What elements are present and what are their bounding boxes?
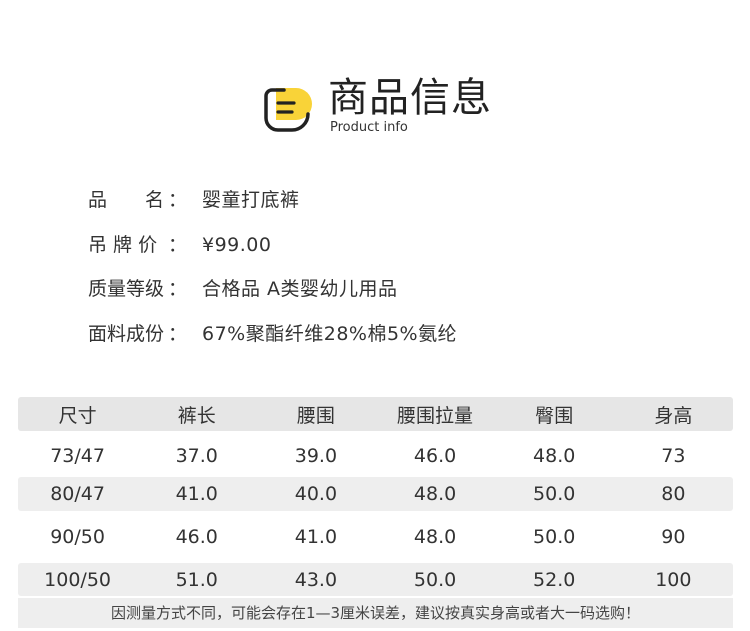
info-value: ¥99.00	[202, 233, 272, 256]
table-cell: 52.0	[533, 568, 576, 591]
table-cell: 90/50	[50, 526, 105, 548]
section-header: 商品信息 Product info	[262, 74, 522, 144]
table-header-cell: 臀围	[535, 404, 574, 427]
table-cell: 43.0	[294, 568, 338, 591]
table-cell: 46.0	[175, 526, 218, 548]
info-value: 婴童打底裤	[202, 189, 300, 211]
table-cell: 50.0	[533, 483, 576, 505]
table-cell: 100	[655, 568, 692, 591]
table-cell: 80/47	[50, 483, 105, 505]
table-header-cell: 裤长	[177, 404, 216, 427]
measurement-note: 因测量方式不同，可能会存在1—3厘米误差，建议按真实身高或者大一码选购！	[18, 598, 733, 628]
size-table: 尺寸 裤长 腰围 腰围拉量 臀围 身高 73/47 37.0 39.0 46.0…	[18, 397, 733, 596]
table-row: 90/50 46.0 41.0 48.0 50.0 90	[18, 511, 733, 563]
table-row: 80/47 41.0 40.0 48.0 50.0 80	[18, 477, 733, 511]
table-cell: 50.0	[413, 568, 457, 591]
table-cell: 73/47	[50, 444, 105, 467]
info-value: 67%聚酯纤维28%棉5%氨纶	[202, 322, 458, 345]
info-colon: ：	[168, 322, 188, 345]
table-cell: 50.0	[533, 526, 576, 548]
table-row: 100/50 51.0 43.0 50.0 52.0 100	[18, 563, 733, 596]
page-title: 商品信息	[328, 75, 492, 121]
table-header-cell: 腰围	[296, 404, 335, 427]
table-cell: 39.0	[294, 444, 338, 467]
table-header-cell: 尺寸	[58, 404, 97, 427]
table-cell: 46.0	[413, 444, 457, 467]
page-subtitle: Product info	[330, 120, 408, 135]
table-cell: 51.0	[175, 568, 218, 591]
table-cell: 41.0	[294, 526, 338, 548]
table-cell: 41.0	[175, 483, 218, 505]
table-cell: 100/50	[44, 568, 111, 591]
table-cell: 37.0	[175, 444, 218, 467]
table-row: 73/47 37.0 39.0 46.0 48.0 73	[18, 434, 733, 477]
table-header-cell: 身高	[654, 404, 693, 427]
table-cell: 40.0	[294, 483, 338, 505]
info-colon: ：	[168, 189, 188, 211]
table-cell: 90	[661, 526, 686, 548]
info-value: 合格品 A类婴幼儿用品	[202, 278, 398, 300]
table-cell: 48.0	[533, 444, 576, 467]
table-header-cell: 腰围拉量	[397, 404, 474, 427]
document-lines-icon	[262, 84, 314, 134]
table-cell: 48.0	[413, 483, 457, 505]
info-colon: ：	[168, 233, 188, 256]
table-header-row: 尺寸 裤长 腰围 腰围拉量 臀围 身高	[18, 397, 733, 431]
info-colon: ：	[168, 278, 188, 300]
table-cell: 73	[661, 444, 686, 467]
table-cell: 48.0	[413, 526, 457, 548]
table-cell: 80	[661, 483, 686, 505]
